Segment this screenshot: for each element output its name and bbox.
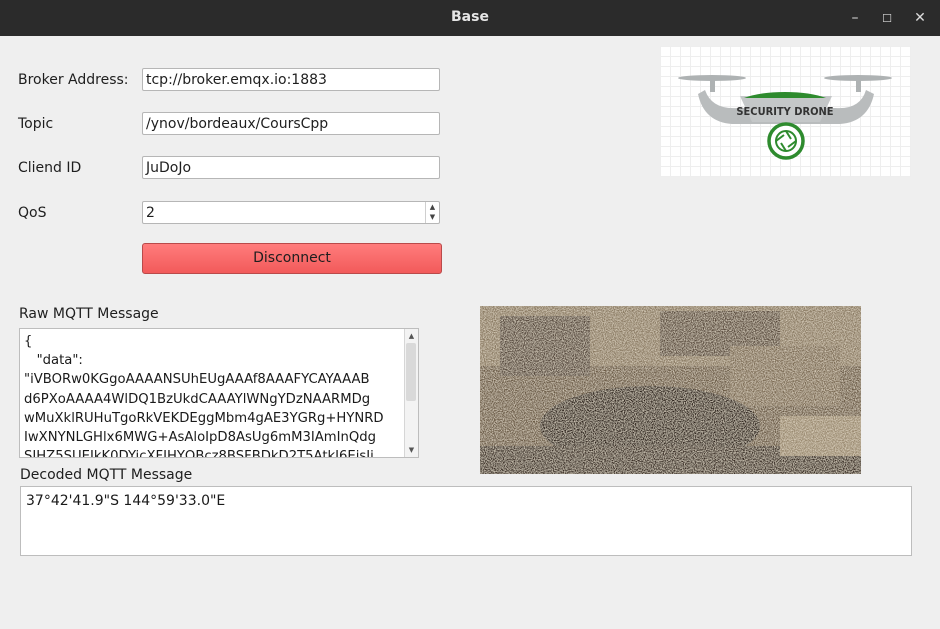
qos-spinbox[interactable]: 2 ▲ ▼ bbox=[142, 201, 440, 224]
qos-spin-buttons: ▲ ▼ bbox=[425, 202, 439, 223]
broker-address-label: Broker Address: bbox=[18, 72, 129, 88]
scroll-down-icon[interactable]: ▼ bbox=[405, 444, 418, 456]
raw-message-scrollbar[interactable]: ▲ ▼ bbox=[404, 329, 418, 457]
title-bar: Base – ☐ ✕ bbox=[0, 0, 940, 36]
topic-label: Topic bbox=[18, 116, 54, 132]
maximize-button[interactable]: ☐ bbox=[876, 7, 898, 29]
window-title: Base bbox=[451, 9, 489, 25]
decoded-message-label: Decoded MQTT Message bbox=[20, 467, 193, 483]
qos-label: QoS bbox=[18, 205, 47, 221]
drone-logo-image: SECURITY DRONE bbox=[678, 75, 892, 160]
qos-value: 2 bbox=[146, 205, 155, 221]
scrollbar-thumb[interactable] bbox=[406, 343, 416, 401]
minimize-button[interactable]: – bbox=[844, 7, 866, 29]
disconnect-button[interactable]: Disconnect bbox=[142, 243, 442, 274]
decoded-message-textarea[interactable]: 37°42'41.9"S 144°59'33.0"E bbox=[20, 486, 912, 556]
spin-down-icon[interactable]: ▼ bbox=[426, 212, 439, 222]
raw-message-label: Raw MQTT Message bbox=[19, 306, 159, 322]
camera-frame bbox=[480, 306, 861, 474]
broker-address-input[interactable]: tcp://broker.emqx.io:1883 bbox=[142, 68, 440, 91]
client-id-input[interactable]: JuDoJo bbox=[142, 156, 440, 179]
spin-up-icon[interactable]: ▲ bbox=[426, 202, 439, 212]
decoded-message-text: 37°42'41.9"S 144°59'33.0"E bbox=[26, 493, 226, 509]
close-button[interactable]: ✕ bbox=[909, 7, 931, 29]
raw-message-textarea[interactable]: { "data": "iVBORw0KGgoAAAANSUhEUgAAAf8AA… bbox=[19, 328, 419, 458]
topic-input[interactable]: /ynov/bordeaux/CoursCpp bbox=[142, 112, 440, 135]
logo-text: SECURITY DRONE bbox=[736, 105, 833, 118]
camera-image bbox=[480, 306, 861, 474]
client-id-label: Cliend ID bbox=[18, 160, 82, 176]
scroll-up-icon[interactable]: ▲ bbox=[405, 330, 418, 342]
security-drone-logo: SECURITY DRONE bbox=[660, 46, 911, 177]
raw-message-text: { "data": "iVBORw0KGgoAAAANSUhEUgAAAf8AA… bbox=[24, 334, 384, 458]
